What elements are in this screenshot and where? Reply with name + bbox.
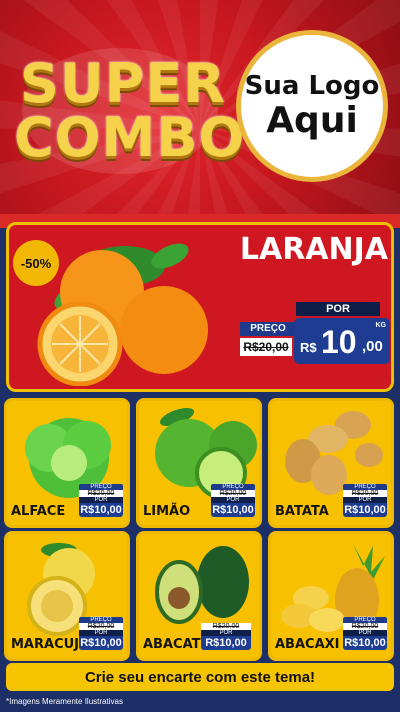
cta-banner[interactable]: Crie seu encarte com este tema!	[6, 663, 394, 691]
product-card-maracuja: MARACUJÁ PREÇO R$20,00 POR R$10,00	[4, 531, 130, 661]
price-unit: KG	[375, 322, 387, 329]
logo-text-line1: Sua Logo	[244, 70, 380, 101]
price-tag: R$20,00 POR R$10,00	[201, 623, 251, 650]
product-name: LIMÃO	[143, 504, 191, 519]
new-price: R$10,00	[79, 503, 123, 517]
old-price: R$20,00	[343, 623, 387, 630]
new-price: R$10,00	[343, 503, 387, 517]
avocado-image	[155, 546, 249, 624]
orange-image	[37, 243, 208, 386]
new-price: R$10,00	[343, 636, 387, 650]
price-tag: PREÇO R$20,00 POR R$10,00	[79, 617, 123, 650]
product-card-limao: LIMÃO PREÇO R$20,00 POR R$10,00	[136, 398, 262, 528]
old-price: R$20,00	[343, 490, 387, 497]
old-price: R$20,00	[211, 490, 255, 497]
disclaimer-note: *Imagens Meramente Ilustrativas	[6, 697, 123, 706]
product-name: ABACAXI	[275, 637, 340, 652]
featured-product-name: LARANJA	[239, 232, 388, 267]
preco-label: PREÇO	[240, 322, 296, 336]
product-name: MARACUJÁ	[11, 637, 90, 652]
title-combo: COMBO	[14, 106, 246, 169]
price-tag: PREÇO R$20,00 POR R$10,00	[343, 617, 387, 650]
product-name: BATATA	[275, 504, 329, 519]
price-tag: PREÇO R$20,00 POR R$10,00	[79, 484, 123, 517]
new-price: R$10,00	[201, 636, 251, 650]
logo-placeholder: Sua Logo Aqui	[236, 30, 388, 182]
new-price: R$10,00	[211, 503, 255, 517]
product-name: ABACATE	[143, 637, 210, 652]
old-price: R$20,00	[79, 623, 123, 630]
old-price: R$20,00	[240, 338, 292, 356]
price-integer: 10	[321, 324, 357, 360]
featured-price-tag: POR PREÇO R$20,00 R$ 10 ,00 KG	[240, 302, 390, 368]
product-name: ALFACE	[11, 504, 66, 519]
product-card-batata: BATATA PREÇO R$20,00 POR R$10,00	[268, 398, 394, 528]
product-card-abacate: ABACATE R$20,00 POR R$10,00	[136, 531, 262, 661]
new-price-box: R$ 10 ,00 KG	[294, 318, 390, 364]
header-banner: SUPER COMBO Sua Logo Aqui	[0, 0, 400, 214]
old-price: R$20,00	[201, 623, 251, 630]
currency: R$	[300, 340, 317, 355]
old-price: R$20,00	[79, 490, 123, 497]
logo-text-line2: Aqui	[266, 99, 358, 141]
por-label: POR	[296, 302, 380, 316]
new-price: R$10,00	[79, 636, 123, 650]
price-tag: PREÇO R$20,00 POR R$10,00	[343, 484, 387, 517]
product-card-abacaxi: ABACAXI PREÇO R$20,00 POR R$10,00	[268, 531, 394, 661]
price-decimal: ,00	[362, 338, 383, 355]
product-card-alface: ALFACE PREÇO R$20,00 POR R$10,00	[4, 398, 130, 528]
price-tag: PREÇO R$20,00 POR R$10,00	[211, 484, 255, 517]
